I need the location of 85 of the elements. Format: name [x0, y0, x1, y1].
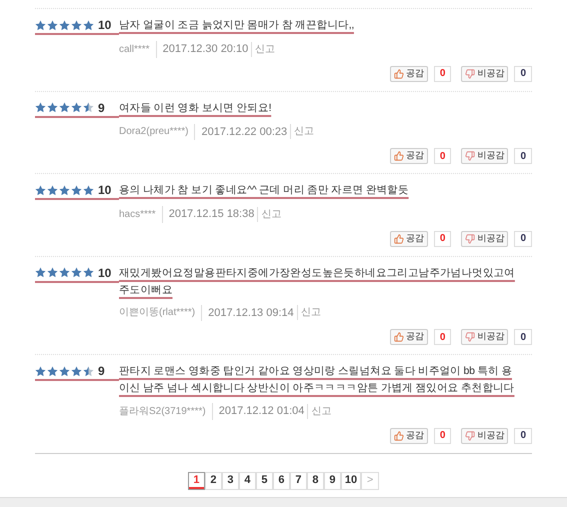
rating-score: 9 — [98, 100, 105, 116]
thumbs-down-icon — [465, 234, 476, 244]
review-author: hacs**** — [119, 208, 156, 222]
page-button[interactable]: 3 — [222, 472, 239, 490]
star-icon — [71, 366, 82, 376]
star-icon — [71, 184, 82, 196]
star-icon — [47, 20, 58, 30]
dislike-button[interactable]: 비공감 — [461, 428, 508, 444]
like-count: 0 — [434, 230, 452, 246]
like-count: 0 — [434, 66, 452, 82]
star-icon — [59, 366, 70, 376]
review-date: 2017.12.13 09:14 — [201, 304, 294, 321]
star-icon — [71, 267, 82, 278]
dislike-button[interactable]: 비공감 — [461, 148, 508, 164]
star-icon — [59, 20, 70, 30]
page-button[interactable]: 6 — [272, 472, 290, 490]
star-icon — [47, 267, 58, 278]
dislike-button[interactable]: 비공감 — [461, 329, 508, 345]
thumbs-down-icon — [465, 151, 476, 161]
review-author: call**** — [119, 42, 150, 57]
page-button[interactable]: 2 — [204, 472, 222, 490]
review-text: 판타지 로맨스 영화중 탑인거 같아요 영상미랑 스릴넘쳐요 둘다 비주얼이 bb 특히 용이신 남주 넘나 섹시합니다 상반신이 아주ㅋㅋㅋㅋ암튼 가볍게 잼있어요 추천합니다 — [119, 364, 516, 396]
page-button[interactable]: 10 — [340, 472, 362, 490]
like-button[interactable]: 공감 — [390, 329, 428, 345]
page-button[interactable]: 1 — [188, 472, 205, 490]
like-count: 0 — [434, 329, 452, 345]
star-icon — [83, 20, 94, 30]
rating-score: 10 — [98, 17, 112, 34]
star-icon — [83, 366, 94, 376]
star-icon — [59, 267, 70, 278]
review-author: 이쁜이똥(rlat****) — [119, 306, 196, 320]
rating-score: 10 — [98, 182, 112, 199]
star-icon — [59, 184, 70, 196]
star-icon — [35, 102, 46, 113]
dislike-count: 0 — [514, 428, 532, 444]
dislike-button[interactable]: 비공감 — [461, 66, 508, 82]
rating-score: 10 — [98, 264, 112, 282]
dislike-count: 0 — [514, 329, 532, 345]
review-text: 용의 나체가 참 보기 좋네요^^ 근데 머리 좀만 자르면 완벽할듯 — [119, 183, 410, 198]
star-icon — [35, 20, 46, 30]
like-count: 0 — [434, 148, 452, 164]
review-author: 플라워S2(3719****) — [119, 404, 206, 419]
review-date: 2017.12.22 00:23 — [194, 124, 288, 140]
like-button[interactable]: 공감 — [390, 66, 428, 82]
thumbs-up-icon — [394, 151, 404, 161]
thumbs-up-icon — [394, 430, 404, 440]
page-button[interactable]: 7 — [290, 472, 307, 490]
star-icon — [47, 102, 58, 113]
page-button[interactable]: 5 — [256, 472, 273, 490]
review-text: 여자들 이런 영화 보시면 안되요! — [119, 100, 272, 116]
review-date: 2017.12.12 01:04 — [212, 403, 304, 420]
star-icon — [83, 267, 94, 278]
thumbs-up-icon — [394, 234, 404, 244]
thumbs-down-icon — [465, 68, 476, 78]
thumbs-up-icon — [394, 68, 404, 78]
thumbs-down-icon — [465, 332, 476, 342]
star-icon — [35, 366, 46, 376]
star-icon — [47, 184, 58, 196]
review-text: 남자 얼굴이 조금 늙었지만 몸매가 참 깨끈합니다,, — [119, 18, 355, 33]
dislike-count: 0 — [514, 66, 532, 82]
like-count: 0 — [434, 428, 452, 444]
page-button[interactable]: 4 — [238, 472, 256, 490]
review-date: 2017.12.15 18:38 — [162, 206, 254, 222]
star-icon — [71, 20, 82, 30]
star-icon — [35, 184, 46, 196]
page-button[interactable]: 9 — [324, 472, 341, 490]
star-icon — [59, 102, 70, 113]
star-icon — [83, 184, 94, 196]
star-icon — [35, 267, 46, 278]
thumbs-down-icon — [465, 430, 476, 440]
dislike-count: 0 — [514, 148, 532, 164]
like-button[interactable]: 공감 — [390, 148, 428, 164]
review-author: Dora2(preu****) — [119, 125, 188, 140]
star-icon — [83, 102, 94, 113]
rating-score: 9 — [98, 363, 105, 380]
page-button[interactable]: 8 — [306, 472, 324, 490]
like-button[interactable]: 공감 — [390, 428, 428, 444]
thumbs-up-icon — [394, 332, 404, 342]
like-button[interactable]: 공감 — [390, 230, 428, 246]
review-date: 2017.12.30 20:10 — [156, 41, 248, 58]
star-icon — [47, 366, 58, 376]
star-icon — [71, 102, 82, 113]
review-text: 재밌게봤어요정말용판타지중에가장완성도높은듯하네요그리고남주가넘나멋있고여주도이뻐요 — [119, 266, 516, 298]
dislike-button[interactable]: 비공감 — [461, 230, 508, 246]
dislike-count: 0 — [514, 230, 532, 246]
